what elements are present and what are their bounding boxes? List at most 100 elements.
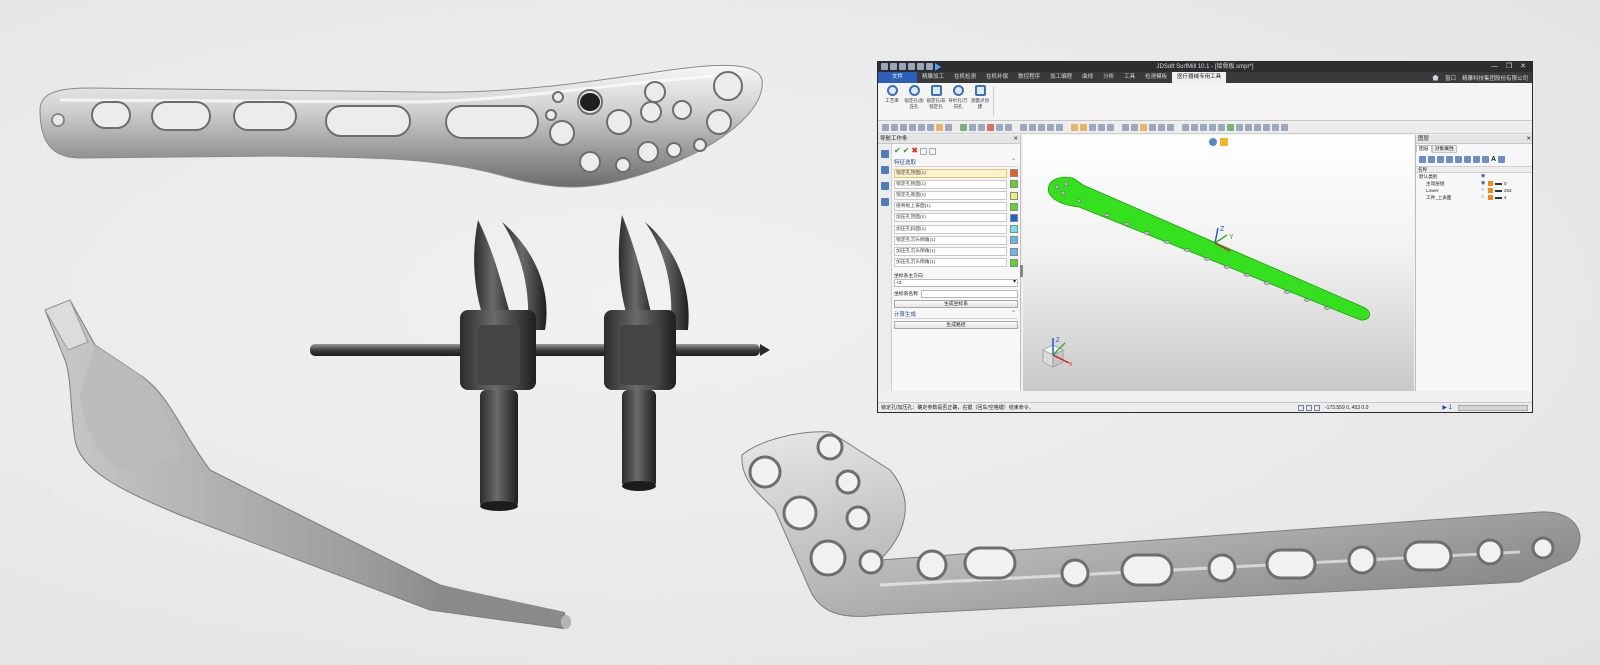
layer-option-icon[interactable] — [1473, 156, 1480, 163]
tool-icon[interactable] — [1080, 124, 1087, 131]
calc-section-header[interactable]: 计算生成 — [894, 310, 1018, 319]
tool-icon[interactable] — [1200, 124, 1207, 131]
move-down-icon[interactable] — [1455, 156, 1462, 163]
nav-tab-icon[interactable] — [880, 150, 889, 158]
layer-color[interactable] — [1488, 188, 1493, 193]
tool-icon[interactable] — [1122, 124, 1129, 131]
tool-icon[interactable] — [1254, 124, 1261, 131]
tool-icon[interactable] — [1167, 124, 1174, 131]
tool-icon[interactable] — [1281, 124, 1288, 131]
delete-layer-icon[interactable] — [1437, 156, 1444, 163]
menu-item[interactable]: 曲线 — [1077, 72, 1098, 83]
tool-icon[interactable] — [996, 124, 1003, 131]
tool-icon[interactable] — [882, 124, 889, 131]
layer-row[interactable]: 默认类别 ◉ — [1416, 173, 1532, 180]
tool-icon[interactable] — [1071, 124, 1078, 131]
menu-item[interactable]: 在机补偿 — [981, 72, 1013, 83]
menu-file[interactable]: 文件 — [878, 72, 918, 83]
tool-icon[interactable] — [900, 124, 907, 131]
layer-color[interactable] — [1488, 181, 1493, 186]
visibility-icon[interactable]: ○ — [1481, 194, 1488, 201]
tool-icon[interactable] — [1029, 124, 1036, 131]
ribbon-button-guide-hole[interactable]: 导针孔/万向孔 — [947, 83, 969, 120]
window-controls[interactable]: — ❐ ✕ — [1491, 62, 1529, 72]
menu-item[interactable]: 加工编程 — [1045, 72, 1077, 83]
preview-icon[interactable] — [920, 147, 928, 155]
tool-icon[interactable] — [1098, 124, 1105, 131]
status-indicator[interactable]: ▶ 1 — [1442, 403, 1452, 412]
layer-row[interactable]: 工件_上表面 ○ 4 — [1416, 194, 1532, 201]
feature-color-swatch[interactable] — [1010, 213, 1018, 222]
layer-row[interactable]: Lower ○ 253 — [1416, 187, 1532, 194]
3d-viewport[interactable]: Z Y Z X — [1020, 135, 1414, 391]
layer-row[interactable]: 主动层组 ◉ 0 — [1416, 180, 1532, 187]
visibility-icon[interactable]: ◉ — [1481, 173, 1488, 180]
tool-icon[interactable] — [1140, 124, 1147, 131]
tool-icon[interactable] — [1056, 124, 1063, 131]
feature-color-swatch[interactable] — [1010, 169, 1018, 178]
feature-row[interactable]: 锁定孔侧面(1) — [894, 179, 1018, 189]
ribbon-button-measure-point[interactable]: 测量点创建 — [969, 83, 991, 120]
coord-axis-select[interactable]: +Z — [894, 278, 1018, 287]
tool-icon[interactable] — [1149, 124, 1156, 131]
feature-row[interactable]: 锁定孔底面(1) — [894, 191, 1018, 201]
apply-icon[interactable]: ✔ — [903, 147, 910, 155]
text-icon[interactable]: A — [1491, 156, 1496, 163]
ortho-icon[interactable] — [1314, 405, 1320, 411]
feature-row[interactable]: 接骨板上表面(1) — [894, 202, 1018, 212]
feature-color-swatch[interactable] — [1010, 236, 1018, 245]
tool-icon[interactable] — [1227, 124, 1234, 131]
feature-row[interactable]: 加压孔斜面(1) — [894, 224, 1018, 234]
tool-icon[interactable] — [891, 124, 898, 131]
layer-color[interactable] — [1488, 195, 1493, 200]
tool-icon[interactable] — [1107, 124, 1114, 131]
layer-option-icon[interactable] — [1498, 156, 1506, 163]
tool-icon[interactable] — [1005, 124, 1012, 131]
coord-name-input[interactable] — [921, 289, 1018, 298]
close-icon[interactable]: ✕ — [1013, 135, 1018, 144]
tool-icon[interactable] — [1038, 124, 1045, 131]
layer-option-icon[interactable] — [1482, 156, 1489, 163]
tool-icon[interactable] — [1047, 124, 1054, 131]
tool-icon[interactable] — [936, 124, 943, 131]
snap-icon[interactable] — [1298, 405, 1304, 411]
tool-icon[interactable] — [909, 124, 916, 131]
visibility-icon[interactable]: ○ — [1481, 187, 1488, 194]
grid-icon[interactable] — [1306, 405, 1312, 411]
copy-layer-icon[interactable] — [1428, 156, 1435, 163]
feature-color-swatch[interactable] — [1010, 180, 1018, 189]
menu-active-tab[interactable]: 医疗器械专用工具 — [1172, 72, 1227, 83]
menu-item[interactable]: 分析 — [1098, 72, 1119, 83]
tool-icon[interactable] — [1182, 124, 1189, 131]
menu-item[interactable]: 检测模板 — [1140, 72, 1172, 83]
feature-section-header[interactable]: 特征选取 — [894, 158, 1018, 167]
tool-icon[interactable] — [978, 124, 985, 131]
feature-color-swatch[interactable] — [1010, 191, 1018, 200]
visibility-icon[interactable]: ◉ — [1481, 180, 1488, 187]
tool-icon[interactable] — [1131, 124, 1138, 131]
tab-layers[interactable]: 图层 — [1416, 145, 1432, 153]
new-layer-icon[interactable] — [1419, 156, 1426, 163]
help-icon[interactable] — [929, 147, 937, 155]
confirm-icon[interactable]: ✔ — [894, 147, 901, 155]
feature-color-swatch[interactable] — [1010, 247, 1018, 256]
tool-icon[interactable] — [969, 124, 976, 131]
tool-icon[interactable] — [1020, 124, 1027, 131]
tool-icon[interactable] — [945, 124, 952, 131]
tool-icon[interactable] — [1209, 124, 1216, 131]
cancel-icon[interactable]: ✖ — [911, 147, 918, 155]
ribbon-button-nonlock-hole[interactable]: 锁定孔/非锁定孔 — [925, 83, 947, 120]
tool-icon[interactable] — [1272, 124, 1279, 131]
tool-icon[interactable] — [987, 124, 994, 131]
tool-icon[interactable] — [1191, 124, 1198, 131]
create-coord-button[interactable]: 生成坐标系 — [894, 299, 1018, 308]
menu-item[interactable]: 精雕加工 — [917, 72, 949, 83]
tool-icon[interactable] — [918, 124, 925, 131]
generate-path-button[interactable]: 生成路径 — [894, 320, 1018, 329]
feature-color-swatch[interactable] — [1010, 225, 1018, 234]
line-style-icon[interactable] — [1495, 189, 1502, 192]
tool-icon[interactable] — [1218, 124, 1225, 131]
menu-item[interactable]: 数控程序 — [1013, 72, 1045, 83]
line-style-icon[interactable] — [1495, 182, 1502, 185]
menu-item[interactable]: 工具 — [1119, 72, 1140, 83]
